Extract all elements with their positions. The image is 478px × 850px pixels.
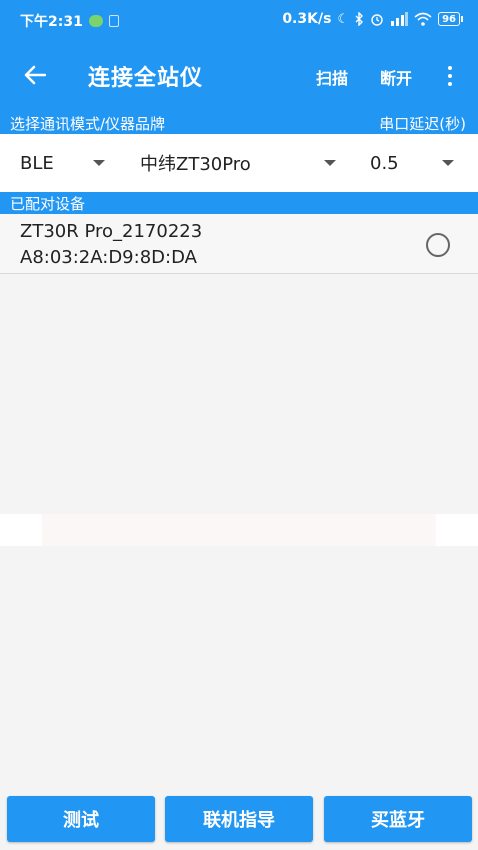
buy-bluetooth-button[interactable]: 买蓝牙 xyxy=(324,796,472,842)
connection-guide-button[interactable]: 联机指导 xyxy=(165,796,313,842)
selectors-row: BLE 中纬ZT30Pro 0.5 xyxy=(0,134,478,192)
mode-value: BLE xyxy=(20,152,54,174)
app-toolbar: 连接全站仪 扫描 断开 xyxy=(0,40,478,112)
delay-value: 0.5 xyxy=(370,152,399,174)
brand-select[interactable]: 中纬ZT30Pro xyxy=(120,134,350,192)
bluetooth-icon xyxy=(355,12,364,26)
radio-unchecked-icon[interactable] xyxy=(426,233,450,257)
device-mac: A8:03:2A:D9:8D:DA xyxy=(20,247,197,268)
delay-label: 串口延迟(秒) xyxy=(379,115,466,133)
status-left: 下午2:31 xyxy=(20,11,119,31)
bottom-action-bar: 测试 联机指导 买蓝牙 xyxy=(0,796,478,844)
paired-devices-label: 已配对设备 xyxy=(10,195,86,213)
more-vert-icon[interactable] xyxy=(440,62,460,90)
content-divider-band xyxy=(0,514,478,546)
dropdown-caret-icon xyxy=(93,160,105,166)
dropdown-caret-icon xyxy=(324,160,336,166)
back-button[interactable] xyxy=(18,58,52,92)
wifi-icon xyxy=(414,12,432,26)
paired-devices-header: 已配对设备 xyxy=(0,192,478,214)
notification-icon xyxy=(108,15,119,27)
status-right: 0.3K/s ☾ 96 xyxy=(282,11,463,27)
device-name: ZT30R Pro_2170223 xyxy=(20,221,203,242)
page-title: 连接全站仪 xyxy=(88,66,204,91)
signal-icon xyxy=(391,12,409,26)
mode-brand-label: 选择通讯模式/仪器品牌 xyxy=(10,115,166,133)
mode-select[interactable]: BLE xyxy=(0,134,120,192)
moon-icon: ☾ xyxy=(337,11,350,27)
test-button[interactable]: 测试 xyxy=(7,796,155,842)
network-speed: 0.3K/s xyxy=(282,11,332,27)
list-item[interactable]: ZT30R Pro_2170223 A8:03:2A:D9:8D:DA xyxy=(0,214,478,274)
battery-level: 96 xyxy=(442,13,456,25)
status-time: 下午2:31 xyxy=(20,14,83,30)
disconnect-button[interactable]: 断开 xyxy=(380,65,412,89)
back-arrow-icon xyxy=(24,65,46,85)
dropdown-caret-icon xyxy=(442,160,454,166)
status-bar: 下午2:31 0.3K/s ☾ 96 xyxy=(0,0,478,40)
wechat-icon xyxy=(88,15,103,27)
selector-labels: 选择通讯模式/仪器品牌 串口延迟(秒) xyxy=(0,112,478,134)
battery-icon: 96 xyxy=(438,12,463,26)
brand-value: 中纬ZT30Pro xyxy=(140,154,251,175)
scan-button[interactable]: 扫描 xyxy=(316,65,348,89)
alarm-icon xyxy=(371,14,383,26)
delay-select[interactable]: 0.5 xyxy=(350,134,478,192)
